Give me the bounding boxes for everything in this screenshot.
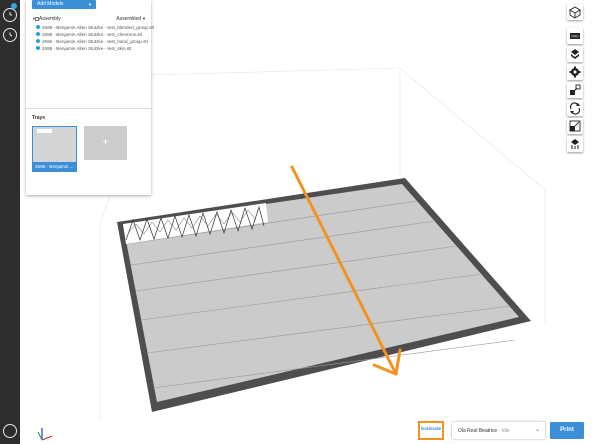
model-status-icon [36,39,40,43]
model-list-item[interactable]: 2695 - Benjamin Allen Stutzke - test_ski… [36,45,148,52]
model-name: 2695 - Benjamin Allen Stutzke - test_ski… [42,46,132,51]
panel-divider [26,108,151,109]
print-button[interactable]: Print [550,422,584,439]
assembly-status: Assembled [116,16,141,22]
arrange-icon[interactable] [567,82,583,98]
models-panel: Add Models ▼ ▼ Assembly Assembled ▼ 2695… [26,0,154,195]
assembly-label: Assembly [39,16,61,22]
assembly-row[interactable]: ▼ Assembly Assembled ▼ [32,15,147,23]
scale-icon[interactable] [567,118,583,134]
model-list-item[interactable]: 2695 - Benjamin Allen Stutzke - test_han… [36,38,148,45]
add-tray-button[interactable]: + [84,126,127,160]
view-cube-icon[interactable] [567,4,583,20]
material-icon[interactable]: PRO [567,28,583,44]
model-list-item[interactable]: 2695 - Benjamin Allen Stutzke - test_che… [36,31,148,38]
tray-thumbnail [37,129,52,133]
model-status-icon [36,46,40,50]
chevron-down-icon[interactable]: ▼ [88,0,92,9]
tray-card-active[interactable]: 2695 - Benjamin ... [32,126,77,172]
support-icon[interactable] [567,136,583,152]
add-models-button[interactable]: Add Models ▼ [32,0,96,9]
model-name: 2695 - Benjamin Allen Stutzke - test_ble… [42,25,154,30]
rotate-icon[interactable] [567,100,583,116]
model-name: 2695 - Benjamin Allen Stutzke - test_han… [42,39,148,44]
tray-name: 2695 - Benjamin ... [33,162,76,171]
trays-title: Trays [32,115,46,121]
axis-triad-icon [37,428,53,441]
model-status-icon [36,25,40,29]
printer-select[interactable]: Ola Real Beatrice - Idle ⌄ [452,422,545,439]
estimate-button[interactable]: Estimate [418,421,444,440]
add-models-label: Add Models [37,1,64,7]
printer-status: - Idle [498,428,510,434]
printer-name: Ola Real Beatrice [458,428,498,434]
chevron-down-icon[interactable]: ▼ [142,16,146,21]
chevron-down-icon[interactable]: ⌄ [535,426,540,433]
model-name: 2695 - Benjamin Allen Stutzke - test_che… [42,32,142,37]
model-list-item[interactable]: 2695 - Benjamin Allen Stutzke - test_ble… [36,24,154,31]
model-status-icon [36,32,40,36]
settings-gear-icon[interactable] [567,64,583,80]
material-label: PRO [572,35,579,39]
layer-icon[interactable] [567,46,583,62]
